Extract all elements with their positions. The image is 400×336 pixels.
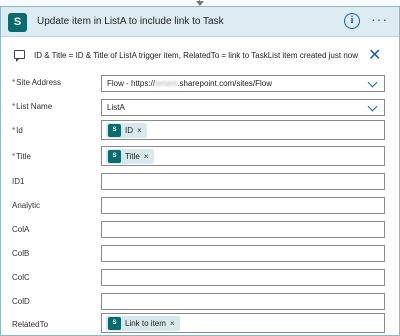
title-token[interactable]: S Title × <box>106 149 154 164</box>
required-marker: * <box>12 78 16 87</box>
list-name-value: ListA <box>107 103 125 112</box>
chevron-down-icon[interactable] <box>367 101 378 112</box>
sharepoint-token-icon: S <box>108 317 121 330</box>
action-header[interactable]: S Update item in ListA to include link t… <box>1 7 399 37</box>
comment-text[interactable]: ID & Title = ID & Title of ListA trigger… <box>34 51 358 60</box>
info-icon[interactable]: i <box>344 13 360 29</box>
id-token-label: ID <box>125 126 133 135</box>
colc-label: ColC <box>12 273 30 282</box>
sharepoint-logo-icon: S <box>8 13 27 32</box>
remove-token-icon[interactable]: × <box>144 149 149 164</box>
title-field[interactable]: S Title × <box>101 146 385 166</box>
sharepoint-token-icon: S <box>108 150 121 163</box>
related-to-field[interactable]: S Link to item × <box>101 313 385 333</box>
cola-input[interactable] <box>101 221 385 238</box>
chevron-down-icon[interactable] <box>367 77 378 88</box>
comment-icon <box>14 50 25 62</box>
title-token-label: Title <box>125 152 140 161</box>
colc-input[interactable] <box>101 269 385 286</box>
cold-input[interactable] <box>101 293 385 310</box>
remove-token-icon[interactable]: × <box>137 123 142 138</box>
action-card: S Update item in ListA to include link t… <box>0 6 400 336</box>
site-address-label-text: Site Address <box>16 78 62 87</box>
comment-row: ID & Title = ID & Title of ListA trigger… <box>1 37 399 69</box>
list-name-dropdown[interactable]: ListA <box>101 99 385 116</box>
required-marker: * <box>12 126 16 135</box>
site-address-suffix: .sharepoint.com/sites/Flow <box>177 79 272 88</box>
colb-input[interactable] <box>101 245 385 262</box>
analytic-input[interactable] <box>101 197 385 214</box>
analytic-label: Analytic <box>12 201 41 210</box>
list-name-label-text: List Name <box>16 102 53 111</box>
close-comment-icon[interactable]: ✕ <box>368 45 381 65</box>
title-label-text: Title <box>16 152 31 161</box>
action-title[interactable]: Update item in ListA to include link to … <box>37 16 224 27</box>
related-to-label: RelatedTo <box>12 320 49 329</box>
required-marker: * <box>12 152 16 161</box>
site-address-prefix: Flow - https:// <box>107 79 156 88</box>
cola-label: ColA <box>12 225 30 234</box>
id1-input[interactable] <box>101 173 385 190</box>
cold-label: ColD <box>12 297 30 306</box>
remove-token-icon[interactable]: × <box>170 316 175 331</box>
site-address-dropdown[interactable]: Flow - https://tenant.sharepoint.com/sit… <box>101 75 385 92</box>
id-field[interactable]: S ID × <box>101 120 385 140</box>
related-to-token[interactable]: S Link to item × <box>106 316 180 331</box>
id-label: *Id <box>12 126 23 135</box>
site-address-value: Flow - https://tenant.sharepoint.com/sit… <box>107 79 272 88</box>
site-address-label: *Site Address <box>12 78 61 87</box>
related-to-token-label: Link to item <box>125 319 166 328</box>
colb-label: ColB <box>12 249 30 258</box>
required-marker: * <box>12 102 16 111</box>
site-address-redacted: tenant <box>155 79 178 88</box>
sharepoint-logo-letter: S <box>13 16 22 28</box>
id1-label: ID1 <box>12 177 25 186</box>
title-label: *Title <box>12 152 31 161</box>
id-token[interactable]: S ID × <box>106 123 147 138</box>
id-label-text: Id <box>16 126 23 135</box>
list-name-label: *List Name <box>12 102 52 111</box>
sharepoint-token-icon: S <box>108 124 121 137</box>
more-options-icon[interactable]: ··· <box>371 11 388 27</box>
